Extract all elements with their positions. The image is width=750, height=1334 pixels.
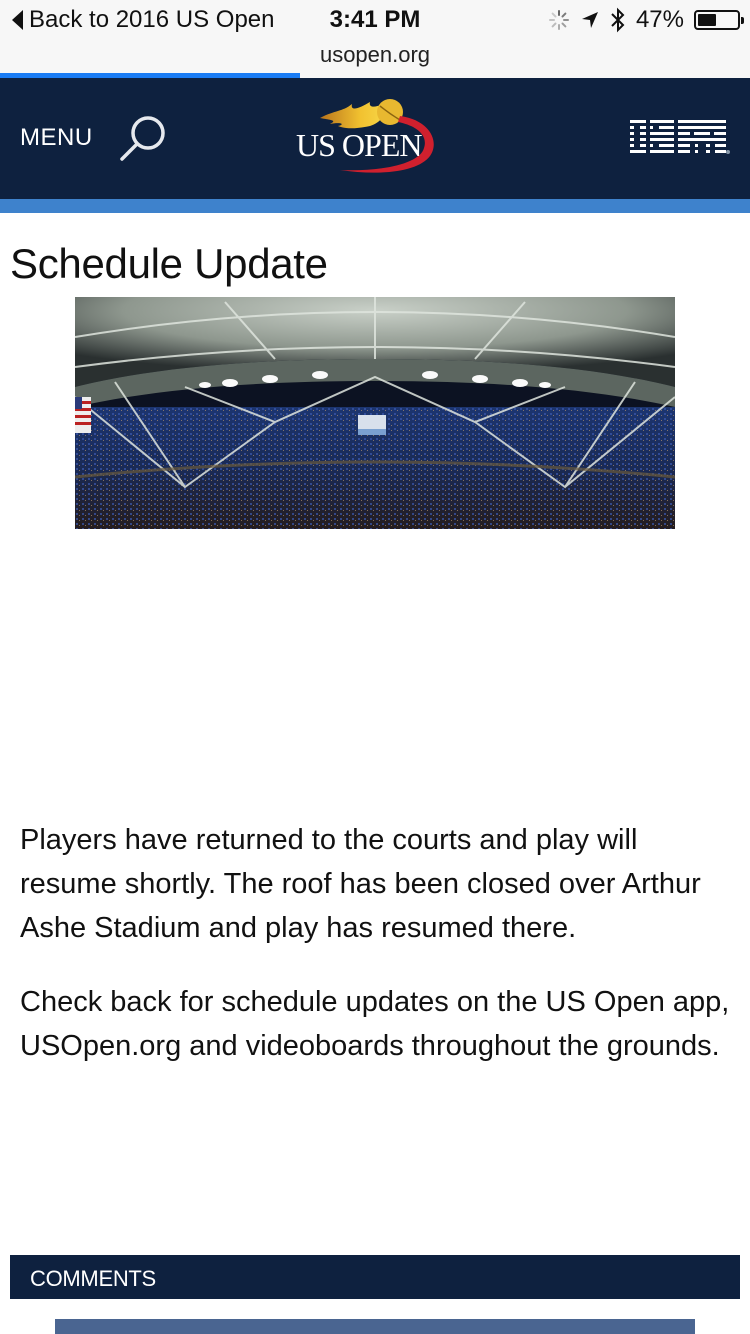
- status-bar: Back to 2016 US Open 3:41 PM 47%: [0, 0, 750, 40]
- activity-spinner-icon: [548, 10, 569, 30]
- comments-label: COMMENTS: [30, 1266, 156, 1291]
- browser-chrome: Back to 2016 US Open 3:41 PM 47% usopen.…: [0, 0, 750, 78]
- site-header: MENU US OPEN: [0, 78, 750, 199]
- hero-image-stadium[interactable]: [75, 297, 675, 529]
- comments-header: COMMENTS: [10, 1255, 740, 1299]
- ibm-logo[interactable]: [630, 118, 730, 158]
- bluetooth-icon: [611, 7, 625, 33]
- logo-text: US OPEN: [296, 127, 422, 163]
- search-icon[interactable]: [118, 112, 170, 164]
- battery-level-fill: [698, 14, 716, 26]
- article-paragraph: Players have returned to the courts and …: [20, 824, 701, 944]
- header-accent-bar: [0, 199, 750, 213]
- url-bar[interactable]: usopen.org: [0, 42, 750, 68]
- menu-button[interactable]: MENU: [20, 124, 93, 152]
- location-arrow-icon: [581, 12, 598, 28]
- page-title: Schedule Update: [10, 240, 328, 287]
- comments-widget-bar[interactable]: [55, 1319, 695, 1334]
- battery-percent: 47%: [635, 6, 684, 33]
- article-paragraph: Check back for schedule updates on the U…: [20, 986, 730, 1062]
- stadium-photo: [75, 297, 675, 529]
- battery-icon: [694, 10, 744, 30]
- us-open-logo[interactable]: US OPEN: [290, 92, 450, 182]
- status-icons: 47%: [548, 6, 744, 34]
